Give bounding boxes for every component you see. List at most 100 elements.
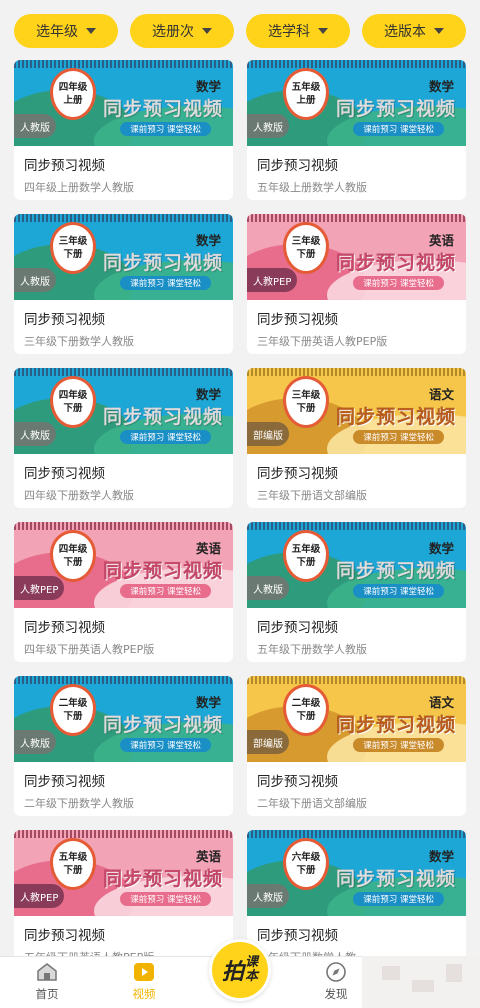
grade-label: 四年级: [58, 390, 88, 401]
card-subtitle: 四年级上册数学人教版: [24, 181, 134, 194]
video-card[interactable]: 部编版 二年级 下册 语文 同步预习视频 课前预习 课堂轻松 同步预习视频 二年…: [247, 676, 466, 816]
subject-label: 语文: [428, 695, 454, 710]
video-card[interactable]: 人教PEP 五年级 下册 英语 同步预习视频 课前预习 课堂轻松 同步预习视频 …: [14, 830, 233, 970]
term-label: 上册: [296, 95, 316, 106]
video-thumbnail: 人教版 四年级 上册 数学 同步预习视频 课前预习 课堂轻松: [14, 60, 233, 146]
edition-tag: 人教版: [247, 884, 289, 908]
nav-home[interactable]: 首页: [17, 961, 77, 1002]
subject-label: 英语: [428, 233, 454, 248]
video-thumbnail: 部编版 三年级 下册 语文 同步预习视频 课前预习 课堂轻松: [247, 368, 466, 454]
card-title: 同步预习视频: [24, 928, 105, 944]
filter-bar: 选年级 选册次 选学科 选版本: [0, 0, 480, 60]
subject-label: 数学: [195, 387, 221, 402]
video-thumbnail: 人教版 六年级 下册 数学 同步预习视频 课前预习 课堂轻松: [247, 830, 466, 916]
center-label-side: 课: [245, 955, 259, 970]
term-label: 下册: [296, 865, 316, 876]
edition-tag: 人教PEP: [14, 884, 65, 908]
nav-discover[interactable]: 发现: [306, 961, 366, 1002]
thumbnail-stripes: [14, 368, 233, 376]
video-card[interactable]: 人教版 五年级 下册 数学 同步预习视频 课前预习 课堂轻松 同步预习视频 五年…: [247, 522, 466, 662]
term-label: 下册: [63, 711, 83, 722]
thumbnail-stripes: [14, 830, 233, 838]
video-card[interactable]: 人教版 二年级 下册 数学 同步预习视频 课前预习 课堂轻松 同步预习视频 二年…: [14, 676, 233, 816]
term-label: 上册: [63, 95, 83, 106]
banner-title: 同步预习视频: [335, 252, 456, 275]
video-card[interactable]: 人教PEP 四年级 下册 英语 同步预习视频 课前预习 课堂轻松 同步预习视频 …: [14, 522, 233, 662]
banner-title: 同步预习视频: [102, 714, 223, 737]
grade-label: 二年级: [291, 698, 321, 709]
banner-title: 同步预习视频: [335, 868, 456, 891]
grade-label: 二年级: [58, 698, 88, 709]
thumbnail-stripes: [14, 214, 233, 222]
grade-label: 三年级: [58, 236, 88, 247]
card-title: 同步预习视频: [257, 158, 338, 174]
caret-down-icon: [434, 28, 444, 34]
grade-label: 五年级: [291, 82, 321, 93]
term-label: 下册: [63, 249, 83, 260]
filter-term-label: 选册次: [152, 24, 194, 40]
edition-tag: 人教PEP: [247, 268, 298, 292]
video-card[interactable]: 人教PEP 三年级 下册 英语 同步预习视频 课前预习 课堂轻松 同步预习视频 …: [247, 214, 466, 354]
card-title: 同步预习视频: [24, 466, 105, 482]
photo-lesson-button[interactable]: 拍 课 本: [209, 939, 271, 1001]
nav-video[interactable]: 视频: [114, 961, 174, 1002]
slogan-pill: 课前预习 课堂轻松: [120, 892, 211, 906]
card-subtitle: 三年级下册英语人教PEP版: [257, 335, 388, 348]
card-title: 同步预习视频: [24, 620, 105, 636]
card-subtitle: 三年级下册语文部编版: [257, 489, 367, 502]
edition-tag: 人教版: [14, 268, 56, 292]
card-title: 同步预习视频: [24, 158, 105, 174]
banner-title: 同步预习视频: [102, 252, 223, 275]
video-card[interactable]: 人教版 四年级 上册 数学 同步预习视频 课前预习 课堂轻松 同步预习视频 四年…: [14, 60, 233, 200]
slogan-pill: 课前预习 课堂轻松: [353, 430, 444, 444]
filter-subject-label: 选学科: [268, 24, 310, 40]
card-subtitle: 三年级下册数学人教版: [24, 335, 134, 348]
edition-tag: 人教PEP: [14, 576, 65, 600]
video-thumbnail: 人教PEP 五年级 下册 英语 同步预习视频 课前预习 课堂轻松: [14, 830, 233, 916]
card-title: 同步预习视频: [257, 774, 338, 790]
video-card[interactable]: 人教版 五年级 上册 数学 同步预习视频 课前预习 课堂轻松 同步预习视频 五年…: [247, 60, 466, 200]
video-thumbnail: 人教版 四年级 下册 数学 同步预习视频 课前预习 课堂轻松: [14, 368, 233, 454]
edition-tag: 人教版: [14, 422, 56, 446]
video-card[interactable]: 人教版 四年级 下册 数学 同步预习视频 课前预习 课堂轻松 同步预习视频 四年…: [14, 368, 233, 508]
grade-label: 五年级: [291, 544, 321, 555]
thumbnail-stripes: [14, 522, 233, 530]
video-card[interactable]: 人教版 三年级 下册 数学 同步预习视频 课前预习 课堂轻松 同步预习视频 三年…: [14, 214, 233, 354]
compass-icon: [324, 961, 348, 983]
video-card[interactable]: 人教版 六年级 下册 数学 同步预习视频 课前预习 课堂轻松 同步预习视频 六年…: [247, 830, 466, 970]
video-thumbnail: 人教PEP 四年级 下册 英语 同步预习视频 课前预习 课堂轻松: [14, 522, 233, 608]
banner-title: 同步预习视频: [335, 98, 456, 121]
grade-label: 三年级: [291, 236, 321, 247]
subject-label: 英语: [195, 849, 221, 864]
card-title: 同步预习视频: [24, 774, 105, 790]
filter-grade-button[interactable]: 选年级: [14, 14, 118, 48]
slogan-pill: 课前预习 课堂轻松: [120, 738, 211, 752]
card-subtitle: 五年级上册数学人教版: [257, 181, 367, 194]
filter-edition-label: 选版本: [384, 24, 426, 40]
video-card[interactable]: 部编版 三年级 下册 语文 同步预习视频 课前预习 课堂轻松 同步预习视频 三年…: [247, 368, 466, 508]
banner-title: 同步预习视频: [102, 406, 223, 429]
filter-term-button[interactable]: 选册次: [130, 14, 234, 48]
video-thumbnail: 人教版 五年级 上册 数学 同步预习视频 课前预习 课堂轻松: [247, 60, 466, 146]
video-thumbnail: 部编版 二年级 下册 语文 同步预习视频 课前预习 课堂轻松: [247, 676, 466, 762]
grade-label: 三年级: [291, 390, 321, 401]
card-title: 同步预习视频: [257, 928, 338, 944]
edition-tag: 部编版: [247, 422, 289, 446]
center-label-main: 拍: [221, 960, 244, 985]
bottom-nav: 首页 视频 发现: [0, 956, 362, 1008]
subject-label: 数学: [428, 849, 454, 864]
app-root: 选年级 选册次 选学科 选版本 人教版 四年级 上册 数学 同步预习视频 课前预…: [0, 0, 480, 1008]
card-subtitle: 二年级下册数学人教版: [24, 797, 134, 810]
thumbnail-stripes: [14, 676, 233, 684]
subject-label: 英语: [195, 541, 221, 556]
filter-subject-button[interactable]: 选学科: [246, 14, 350, 48]
term-label: 下册: [63, 865, 83, 876]
slogan-pill: 课前预习 课堂轻松: [353, 122, 444, 136]
banner-title: 同步预习视频: [335, 406, 456, 429]
thumbnail-stripes: [247, 214, 466, 222]
filter-edition-button[interactable]: 选版本: [362, 14, 466, 48]
video-thumbnail: 人教PEP 三年级 下册 英语 同步预习视频 课前预习 课堂轻松: [247, 214, 466, 300]
nav-video-label: 视频: [132, 987, 156, 1001]
subject-label: 数学: [195, 233, 221, 248]
video-thumbnail: 人教版 二年级 下册 数学 同步预习视频 课前预习 课堂轻松: [14, 676, 233, 762]
